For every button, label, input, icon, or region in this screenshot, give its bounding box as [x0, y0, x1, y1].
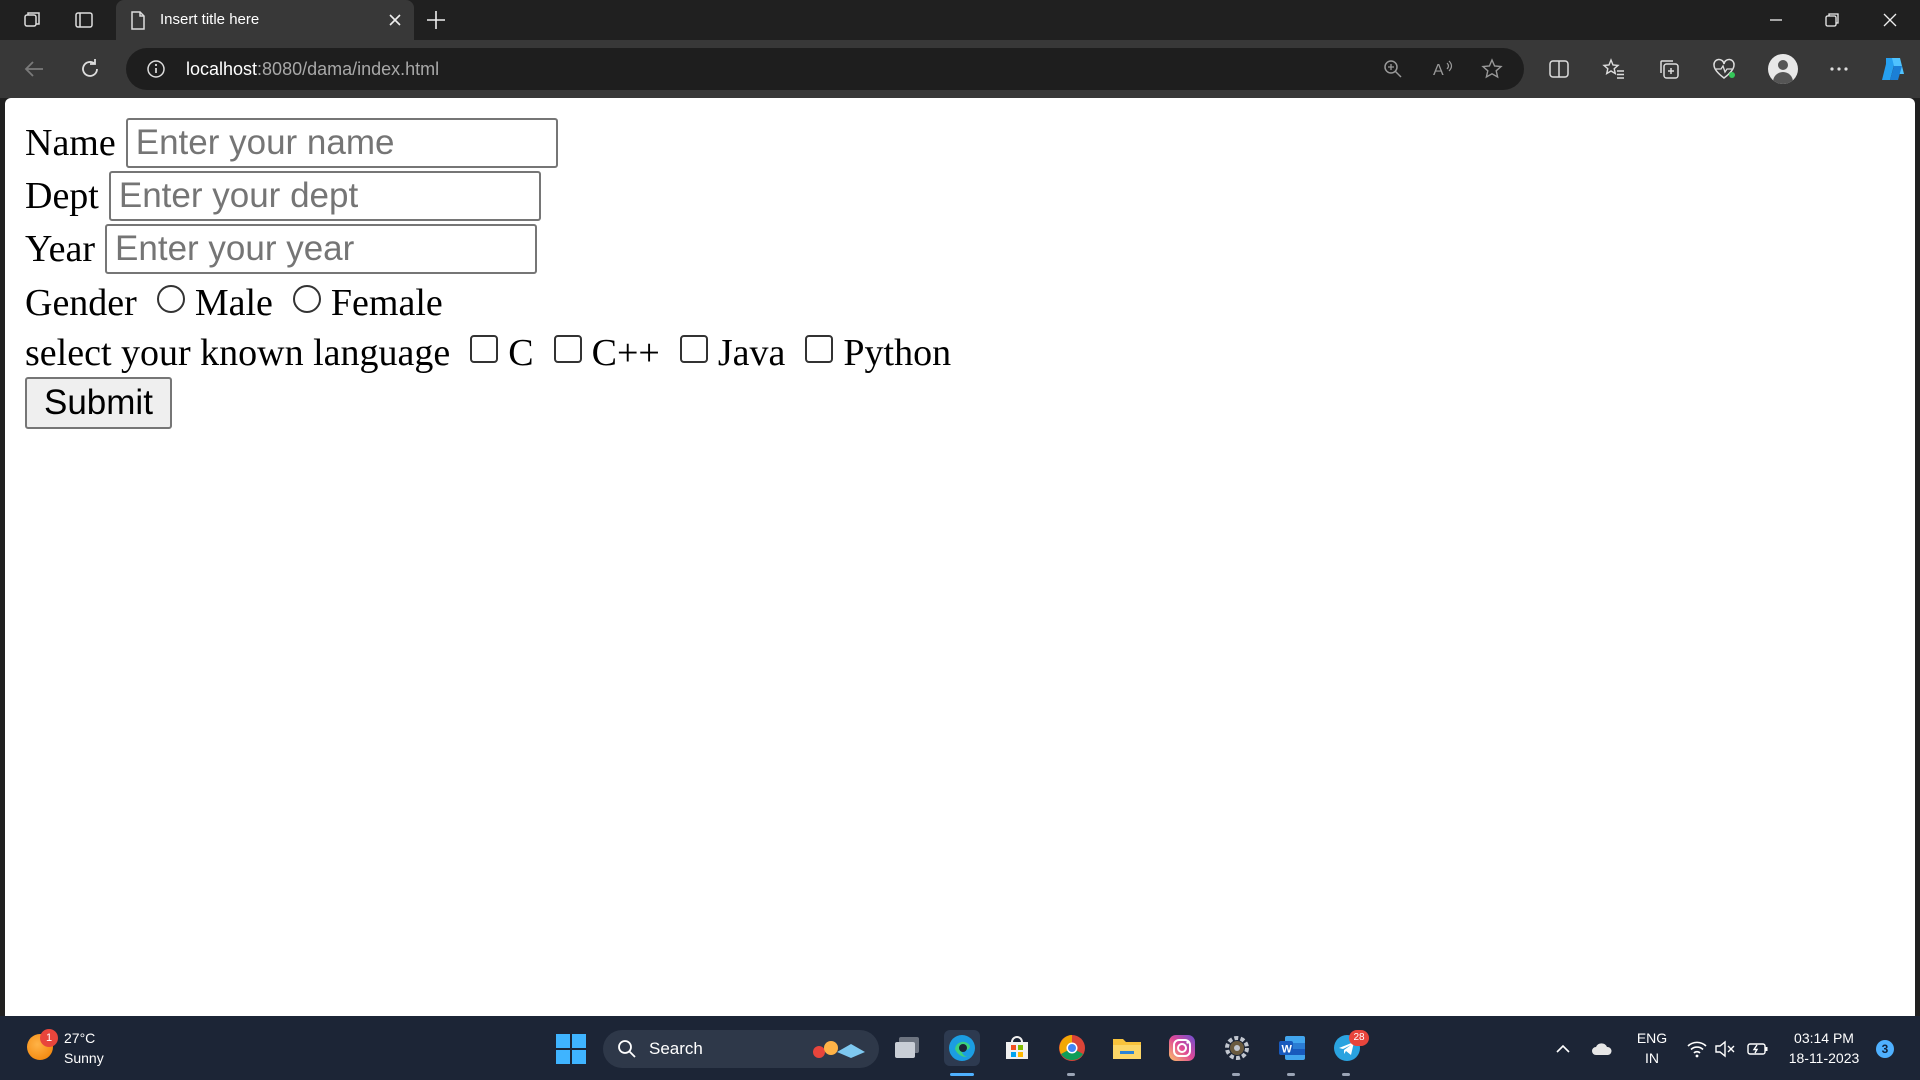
- language-python-label: Python: [843, 332, 952, 374]
- onedrive-cloud-icon[interactable]: [1591, 1038, 1613, 1060]
- chrome-icon[interactable]: [1054, 1030, 1090, 1076]
- name-row: Name: [25, 118, 558, 168]
- notification-count-badge[interactable]: 3: [1876, 1040, 1894, 1058]
- instagram-icon[interactable]: [1164, 1030, 1200, 1066]
- edge-browser-icon[interactable]: [944, 1030, 980, 1076]
- task-view-icon[interactable]: [889, 1030, 925, 1066]
- language-label: select your known language: [25, 332, 451, 374]
- year-row: Year: [25, 224, 538, 274]
- show-hidden-icons-chevron-icon[interactable]: [1552, 1038, 1574, 1060]
- active-indicator: [950, 1073, 974, 1076]
- language-cpp-label: C++: [591, 332, 660, 374]
- url-host: localhost: [186, 59, 258, 79]
- taskbar: 1 27°C Sunny Search W 28 ENG IN 03:14 PM…: [0, 1016, 1920, 1080]
- refresh-icon[interactable]: [77, 56, 103, 82]
- weather-badge: 1: [40, 1029, 58, 1047]
- tab-title: Insert title here: [160, 11, 260, 28]
- back-arrow-icon[interactable]: [21, 56, 47, 82]
- collections-icon[interactable]: [1656, 56, 1682, 82]
- clock-date[interactable]: 18-11-2023: [1782, 1050, 1866, 1066]
- language-indicator-top[interactable]: ENG: [1634, 1030, 1670, 1046]
- file-explorer-icon[interactable]: [1109, 1030, 1145, 1066]
- page-viewport: Name Dept Year Gender Male Female select…: [5, 98, 1915, 1016]
- close-tab-icon[interactable]: [388, 12, 402, 31]
- site-info-icon[interactable]: [146, 59, 166, 83]
- document-icon: [130, 11, 146, 34]
- submit-button[interactable]: Submit: [25, 377, 172, 429]
- name-label: Name: [25, 122, 116, 164]
- search-highlight-icon: [813, 1041, 865, 1058]
- browser-essentials-icon[interactable]: [1711, 56, 1737, 82]
- wifi-icon[interactable]: [1686, 1038, 1708, 1060]
- start-tile: [556, 1050, 570, 1064]
- name-input[interactable]: [125, 118, 558, 168]
- more-options-icon[interactable]: [1826, 56, 1852, 82]
- gender-male-label: Male: [194, 282, 273, 324]
- search-icon: [617, 1039, 637, 1063]
- language-c-checkbox[interactable]: [470, 335, 499, 363]
- favorite-star-icon[interactable]: [1481, 58, 1503, 80]
- volume-muted-icon[interactable]: [1714, 1038, 1736, 1060]
- svg-text:W: W: [1282, 1044, 1293, 1056]
- taskbar-search[interactable]: Search: [603, 1030, 879, 1068]
- favorites-icon[interactable]: [1601, 56, 1627, 82]
- start-tile: [572, 1050, 586, 1064]
- year-input[interactable]: [105, 224, 538, 274]
- dept-label: Dept: [25, 175, 99, 217]
- language-java-label: Java: [717, 332, 786, 374]
- battery-charging-icon[interactable]: [1747, 1038, 1769, 1060]
- start-tile: [556, 1034, 570, 1048]
- title-bar: Insert title here: [0, 0, 1920, 40]
- weather-temperature[interactable]: 27°C: [64, 1030, 95, 1046]
- language-indicator-bottom[interactable]: IN: [1634, 1050, 1670, 1066]
- search-label: Search: [649, 1039, 703, 1058]
- settings-gear-icon[interactable]: [1219, 1030, 1255, 1076]
- minimize-icon[interactable]: [1754, 8, 1798, 32]
- gender-male-radio[interactable]: [156, 285, 185, 313]
- new-tab-icon[interactable]: [424, 8, 448, 36]
- telegram-unread-badge: 28: [1349, 1030, 1369, 1046]
- dept-input[interactable]: [108, 171, 541, 221]
- gender-row: Gender Male Female: [25, 278, 443, 328]
- avatar-body: [1773, 72, 1793, 84]
- tab-active[interactable]: Insert title here: [116, 0, 414, 40]
- avatar-head: [1778, 60, 1788, 70]
- address-bar[interactable]: localhost:8080/dama/index.html A: [126, 48, 1524, 90]
- language-row: select your known language C C++ Java Py…: [25, 328, 951, 378]
- svg-text:A: A: [1433, 62, 1444, 79]
- url-text[interactable]: localhost:8080/dama/index.html: [186, 59, 439, 80]
- gender-female-label: Female: [330, 282, 443, 324]
- copilot-icon[interactable]: [1878, 54, 1908, 84]
- close-window-icon[interactable]: [1868, 8, 1912, 32]
- gender-female-radio[interactable]: [292, 285, 321, 313]
- dept-row: Dept: [25, 171, 541, 221]
- read-aloud-icon[interactable]: A: [1432, 58, 1454, 80]
- submit-row: Submit: [25, 377, 172, 429]
- language-cpp-checkbox[interactable]: [553, 335, 582, 363]
- restore-icon[interactable]: [1810, 8, 1854, 32]
- year-label: Year: [25, 228, 96, 270]
- browser-toolbar: localhost:8080/dama/index.html A: [0, 40, 1920, 98]
- url-path: :8080/dama/index.html: [257, 59, 440, 79]
- language-java-checkbox[interactable]: [679, 335, 708, 363]
- windows-start-icon[interactable]: [556, 1034, 586, 1064]
- running-indicator: [1342, 1073, 1350, 1076]
- workspaces-icon[interactable]: [20, 8, 44, 32]
- microsoft-store-icon[interactable]: [999, 1030, 1035, 1066]
- start-tile: [572, 1034, 586, 1048]
- running-indicator: [1232, 1073, 1240, 1076]
- gender-label: Gender: [25, 282, 137, 324]
- language-c-label: C: [508, 332, 534, 374]
- profile-avatar[interactable]: [1768, 54, 1798, 84]
- split-screen-icon[interactable]: [1546, 56, 1572, 82]
- language-python-checkbox[interactable]: [805, 335, 834, 363]
- clock-time[interactable]: 03:14 PM: [1782, 1030, 1866, 1046]
- word-icon[interactable]: W: [1274, 1030, 1310, 1076]
- running-indicator: [1287, 1073, 1295, 1076]
- zoom-icon[interactable]: [1382, 58, 1404, 80]
- tab-actions-icon[interactable]: [72, 8, 96, 32]
- running-indicator: [1067, 1073, 1075, 1076]
- weather-condition[interactable]: Sunny: [64, 1050, 104, 1066]
